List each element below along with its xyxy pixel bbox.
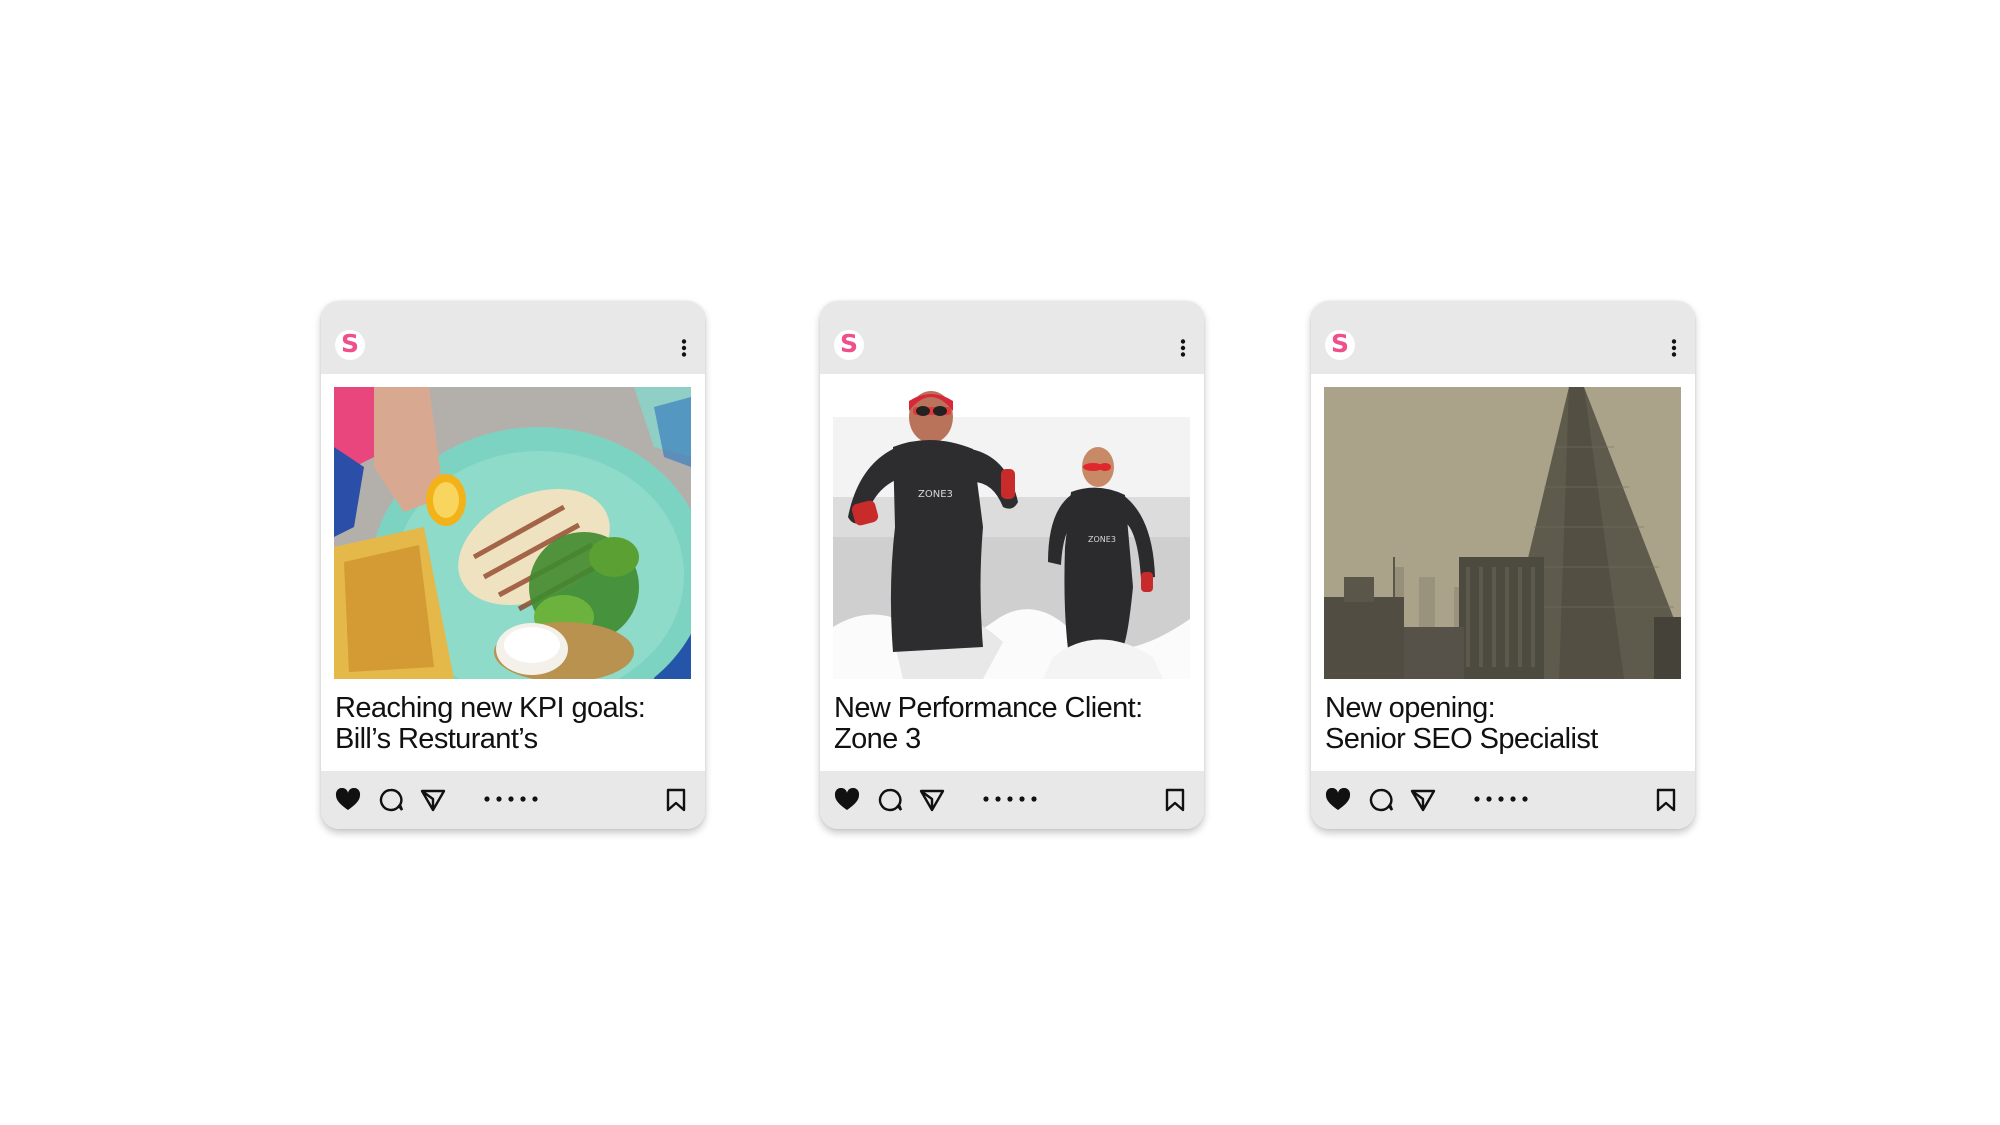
more-vertical-icon[interactable] (681, 339, 687, 357)
brand-logo[interactable]: S (335, 330, 365, 360)
heart-icon[interactable] (834, 788, 860, 812)
post-card[interactable]: S (1311, 301, 1695, 829)
caption-line: Senior SEO Specialist (1325, 723, 1598, 755)
post-caption: Reaching new KPI goals: Bill’s Resturant… (335, 693, 695, 755)
post-actions (820, 771, 1204, 829)
post-image-swimmers[interactable]: ZONE3 ZONE3 (833, 387, 1190, 679)
post-caption: New Performance Client: Zone 3 (834, 693, 1194, 755)
heart-icon[interactable] (1325, 788, 1351, 812)
bookmark-icon[interactable] (1164, 788, 1186, 812)
post-actions (321, 771, 705, 829)
post-caption: New opening: Senior SEO Specialist (1325, 693, 1685, 755)
more-vertical-icon[interactable] (1180, 339, 1186, 357)
send-icon[interactable] (1410, 788, 1436, 812)
post-actions (1311, 771, 1695, 829)
brand-logo[interactable]: S (1325, 330, 1355, 360)
brand-logo[interactable]: S (834, 330, 864, 360)
comment-icon[interactable] (378, 788, 404, 812)
heart-icon[interactable] (335, 788, 361, 812)
svg-text:ZONE3: ZONE3 (918, 489, 953, 500)
post-card[interactable]: S ZONE3 ZONE3 New Performance Client: Zo… (820, 301, 1204, 829)
post-header: S (1311, 301, 1695, 374)
bookmark-icon[interactable] (1655, 788, 1677, 812)
send-icon[interactable] (420, 788, 446, 812)
post-image-food[interactable] (334, 387, 691, 679)
carousel-dots-icon (484, 796, 538, 802)
caption-line: Bill’s Resturant’s (335, 723, 538, 755)
more-vertical-icon[interactable] (1671, 339, 1677, 357)
comment-icon[interactable] (877, 788, 903, 812)
post-header: S (820, 301, 1204, 374)
caption-line: New Performance Client: (834, 692, 1143, 724)
send-icon[interactable] (919, 788, 945, 812)
bookmark-icon[interactable] (665, 788, 687, 812)
svg-text:ZONE3: ZONE3 (1088, 535, 1116, 544)
caption-line: Reaching new KPI goals: (335, 692, 646, 724)
caption-line: Zone 3 (834, 723, 921, 755)
carousel-dots-icon (1474, 796, 1528, 802)
caption-line: New opening: (1325, 692, 1496, 724)
post-card[interactable]: S (321, 301, 705, 829)
comment-icon[interactable] (1368, 788, 1394, 812)
carousel-dots-icon (983, 796, 1037, 802)
post-header: S (321, 301, 705, 374)
post-image-skyline[interactable] (1324, 387, 1681, 679)
